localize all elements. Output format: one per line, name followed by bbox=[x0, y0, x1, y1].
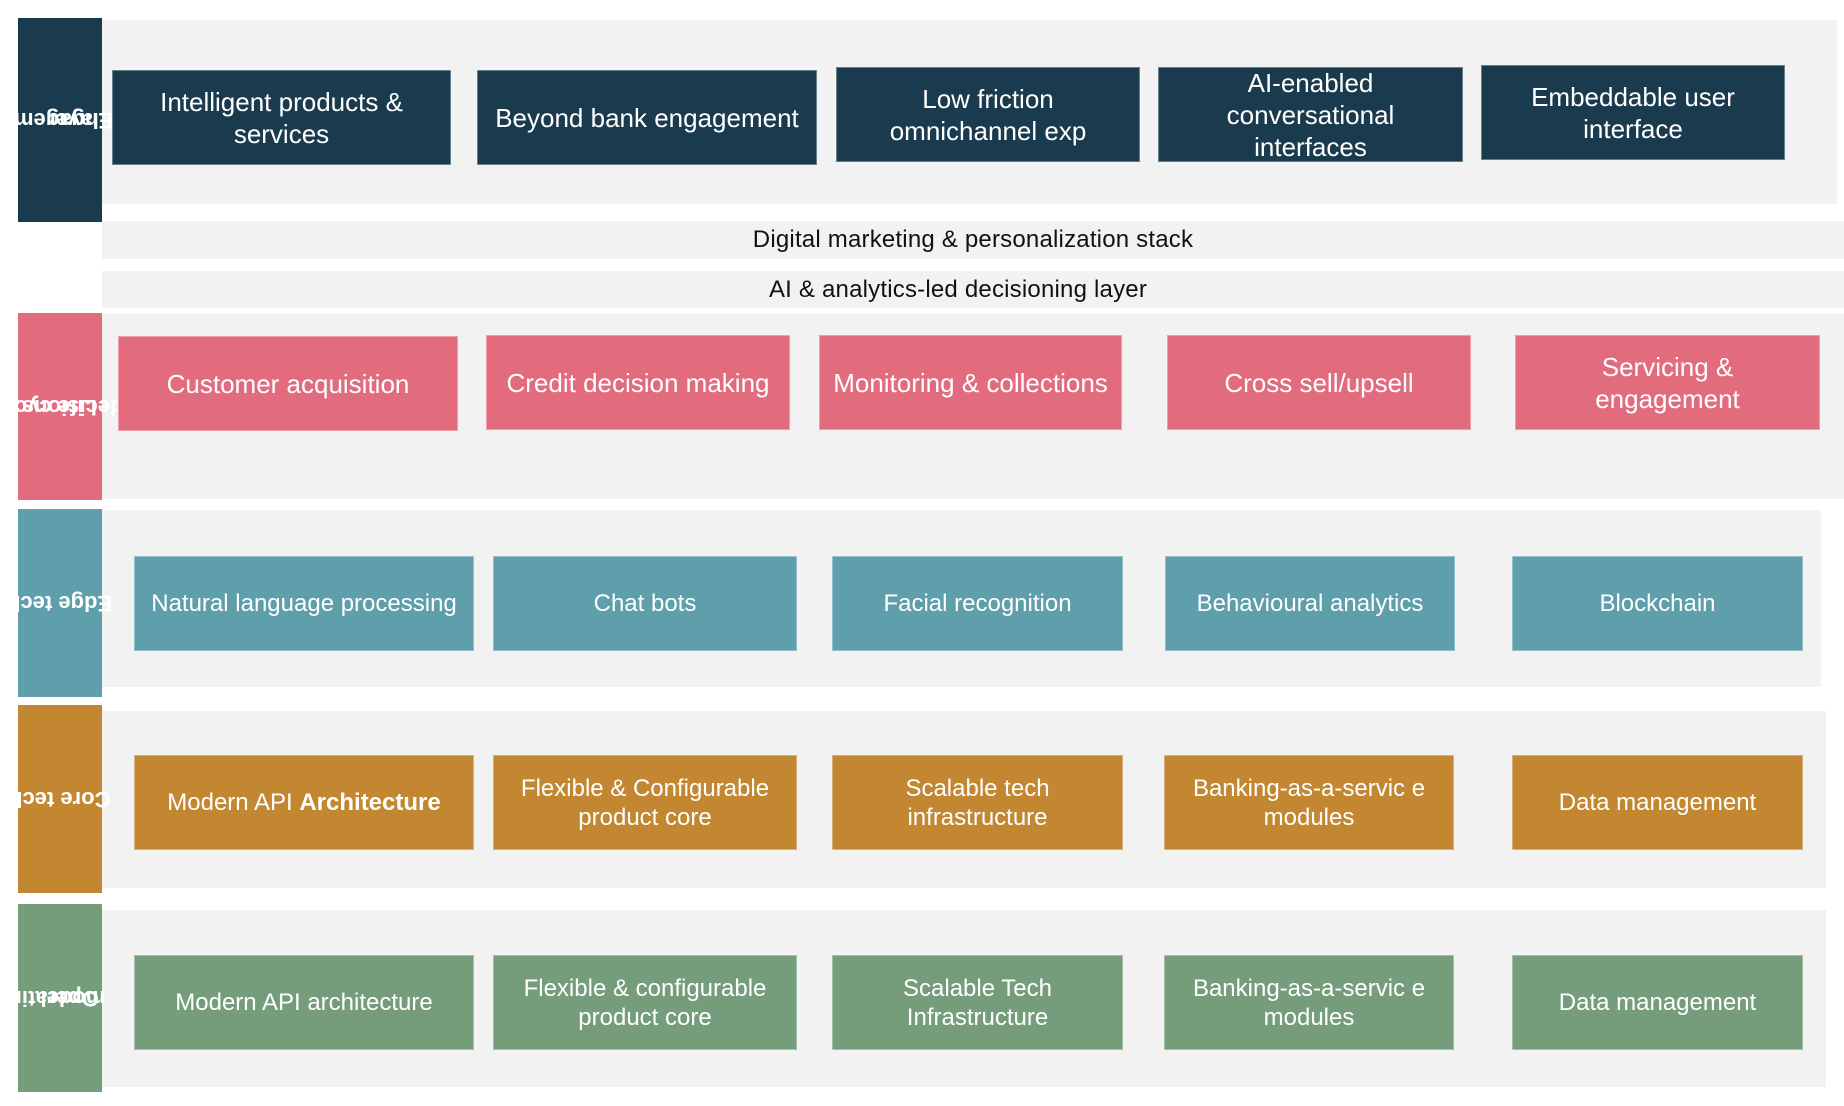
edge-item-nlp: Natural language processing bbox=[134, 556, 474, 651]
operating-item-data-management: Data management bbox=[1512, 955, 1803, 1050]
lifecycle-decisions-label: Life cycle decisions bbox=[0, 313, 124, 500]
lifecycle-item-servicing-engagement: Servicing & engagement bbox=[1515, 335, 1820, 430]
digital-marketing-band: Digital marketing & personalization stac… bbox=[102, 221, 1844, 259]
edge-item-chat-bots: Chat bots bbox=[493, 556, 797, 651]
core-item-data-management: Data management bbox=[1512, 755, 1803, 850]
operating-item-scalable-infrastructure: Scalable Tech Infrastructure bbox=[832, 955, 1123, 1050]
operating-item-flexible-product-core: Flexible & configurable product core bbox=[493, 955, 797, 1050]
lifecycle-item-customer-acquisition: Customer acquisition bbox=[118, 336, 458, 431]
lifecycle-item-cross-sell: Cross sell/upsell bbox=[1167, 335, 1471, 430]
core-item-modern-api-text: Modern API Architecture bbox=[167, 788, 440, 817]
ai-analytics-band: AI & analytics-led decisioning layer bbox=[102, 271, 1844, 308]
edge-label-line1: Edge tech bbox=[7, 591, 113, 616]
core-item-scalable-infrastructure: Scalable tech infrastructure bbox=[832, 755, 1123, 850]
engagement-item-ai-conversational: AI-enabled conversational interfaces bbox=[1158, 67, 1463, 162]
operating-label-line2: model bbox=[40, 986, 106, 1011]
engagement-item-beyond-bank: Beyond bank engagement bbox=[477, 70, 817, 165]
ai-analytics-band-text: AI & analytics-led decisioning layer bbox=[768, 275, 1148, 303]
engagement-item-embeddable-ui: Embeddable user interface bbox=[1481, 65, 1785, 160]
core-item-flexible-product-core: Flexible & Configurable product core bbox=[493, 755, 797, 850]
lifecycle-item-credit-decision: Credit decision making bbox=[486, 335, 790, 430]
edge-item-blockchain: Blockchain bbox=[1512, 556, 1803, 651]
operating-item-modern-api: Modern API architecture bbox=[134, 955, 474, 1050]
core-item-modern-api-plain: Modern API bbox=[167, 789, 300, 816]
edge-item-behavioural-analytics: Behavioural analytics bbox=[1165, 556, 1455, 651]
digital-marketing-band-text: Digital marketing & personalization stac… bbox=[752, 226, 1194, 253]
operating-model-label: Operating model bbox=[0, 904, 105, 1092]
engagement-item-intelligent-products: Intelligent products & services bbox=[112, 70, 451, 165]
core-item-modern-api-bold: Architecture bbox=[299, 789, 441, 816]
core-tech-label: Core tech bbox=[9, 705, 111, 893]
lifecycle-label-line2: decisions bbox=[22, 394, 124, 420]
engagement-layer-label: Engagementlayer bbox=[0, 18, 113, 222]
core-item-baas-modules: Banking-as-a-servic e modules bbox=[1164, 755, 1454, 850]
core-label-line1: Core tech bbox=[9, 787, 111, 812]
lifecycle-item-monitoring-collections: Monitoring & collections bbox=[819, 335, 1122, 430]
operating-item-baas-modules: Banking-as-a-servic e modules bbox=[1164, 955, 1454, 1050]
edge-tech-label: Edge tech bbox=[7, 509, 113, 697]
engagement-item-low-friction: Low friction omnichannel exp bbox=[836, 67, 1140, 162]
core-item-modern-api: Modern API Architecture bbox=[134, 755, 474, 850]
edge-item-facial-recognition: Facial recognition bbox=[832, 556, 1123, 651]
